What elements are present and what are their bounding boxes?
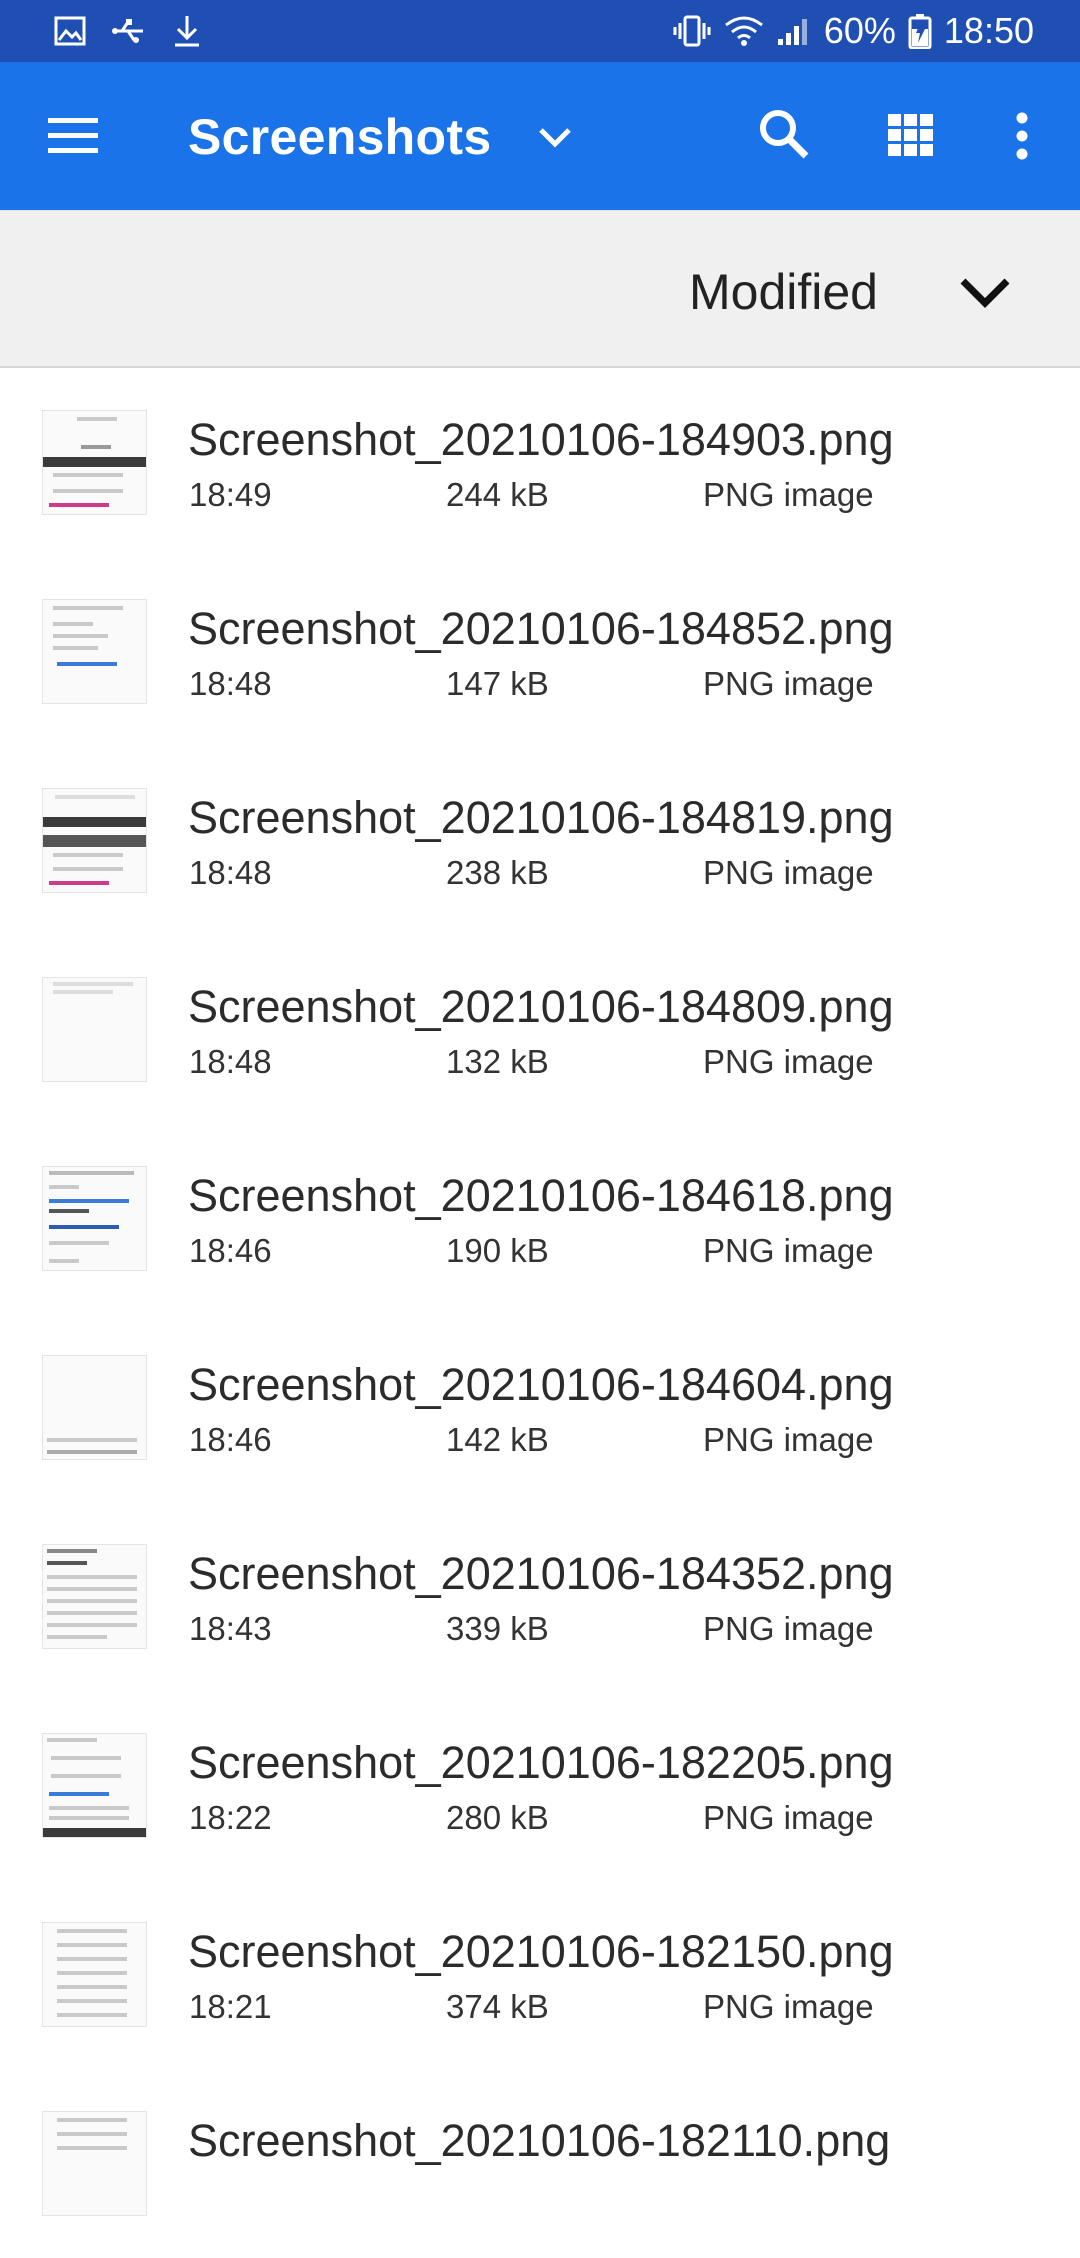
file-name: Screenshot_20210106-184809.png	[188, 981, 894, 1032]
more-vert-icon	[1016, 112, 1028, 160]
file-row[interactable]: Screenshot_20210106-184809.png 18:48 132…	[0, 935, 1080, 1124]
file-name: Screenshot_20210106-184604.png	[188, 1359, 894, 1410]
file-size: 339 kB	[446, 1610, 549, 1647]
file-time: 18:48	[189, 665, 272, 702]
file-size: 132 kB	[446, 1043, 549, 1080]
file-name: Screenshot_20210106-184618.png	[188, 1170, 894, 1221]
file-row[interactable]: Screenshot_20210106-184819.png 18:48 238…	[0, 746, 1080, 935]
file-row[interactable]: Screenshot_20210106-184852.png 18:48 147…	[0, 557, 1080, 746]
status-right-icons: 60% 18:50	[660, 10, 1034, 52]
app-bar: Screenshots	[0, 62, 1080, 210]
file-row[interactable]: Screenshot_20210106-184903.png 18:49 244…	[0, 368, 1080, 557]
file-thumbnail	[42, 977, 147, 1082]
file-thumbnail	[42, 599, 147, 704]
file-type: PNG image	[703, 1610, 874, 1647]
file-type: PNG image	[703, 1988, 874, 2025]
file-time: 18:46	[189, 1232, 272, 1269]
file-row[interactable]: Screenshot_20210106-184352.png 18:43 339…	[0, 1502, 1080, 1691]
file-size: 142 kB	[446, 1421, 549, 1458]
file-list: Screenshot_20210106-184903.png 18:49 244…	[0, 368, 1080, 2258]
vibrate-icon	[672, 14, 712, 48]
file-size: 244 kB	[446, 476, 549, 513]
download-icon	[172, 14, 202, 48]
grid-view-icon	[888, 114, 933, 156]
file-thumbnail	[42, 1544, 147, 1649]
file-name: Screenshot_20210106-182205.png	[188, 1737, 894, 1788]
sort-bar: Modified	[0, 210, 1080, 368]
file-size: 238 kB	[446, 854, 549, 891]
sort-dropdown-button[interactable]	[958, 275, 1012, 311]
app-title: Screenshots	[188, 109, 492, 165]
file-time: 18:48	[189, 1043, 272, 1080]
file-row[interactable]: Screenshot_20210106-184618.png 18:46 190…	[0, 1124, 1080, 1313]
file-row[interactable]: Screenshot_20210106-182205.png 18:22 280…	[0, 1691, 1080, 1880]
battery-icon	[908, 13, 932, 49]
file-type: PNG image	[703, 476, 874, 513]
file-row[interactable]: Screenshot_20210106-184604.png 18:46 142…	[0, 1313, 1080, 1502]
battery-percent: 60%	[823, 10, 896, 51]
file-size: 147 kB	[446, 665, 549, 702]
file-thumbnail	[42, 1733, 147, 1838]
file-name: Screenshot_20210106-184352.png	[188, 1548, 894, 1599]
menu-icon	[48, 118, 98, 153]
image-icon	[54, 16, 86, 46]
file-name: Screenshot_20210106-182110.png	[188, 2115, 891, 2166]
file-thumbnail	[42, 1355, 147, 1460]
clock: 18:50	[943, 10, 1034, 51]
more-options-button[interactable]	[1008, 110, 1036, 162]
file-time: 18:49	[189, 476, 272, 513]
file-time: 18:46	[189, 1421, 272, 1458]
file-thumbnail	[42, 410, 147, 515]
file-type: PNG image	[703, 1232, 874, 1269]
file-time: 18:43	[189, 1610, 272, 1647]
file-type: PNG image	[703, 1043, 874, 1080]
wifi-icon	[724, 15, 764, 47]
folder-selector[interactable]: Screenshots	[188, 102, 573, 172]
chevron-down-icon	[960, 278, 1010, 308]
file-name: Screenshot_20210106-182150.png	[188, 1926, 894, 1977]
file-row[interactable]: Screenshot_20210106-182150.png 18:21 374…	[0, 1880, 1080, 2069]
search-icon	[760, 110, 809, 159]
grid-view-button[interactable]	[888, 114, 934, 156]
chevron-down-icon	[537, 119, 573, 155]
file-type: PNG image	[703, 665, 874, 702]
file-name: Screenshot_20210106-184903.png	[188, 414, 894, 465]
file-row[interactable]: Screenshot_20210106-182110.png	[0, 2069, 1080, 2258]
file-time: 18:21	[189, 1988, 272, 2025]
file-thumbnail	[42, 1922, 147, 2027]
file-size: 280 kB	[446, 1799, 549, 1836]
file-type: PNG image	[703, 1421, 874, 1458]
file-type: PNG image	[703, 854, 874, 891]
signal-icon	[776, 15, 812, 47]
file-time: 18:48	[189, 854, 272, 891]
sort-label[interactable]: Modified	[689, 263, 878, 321]
file-name: Screenshot_20210106-184852.png	[188, 603, 894, 654]
file-size: 374 kB	[446, 1988, 549, 2025]
file-thumbnail	[42, 788, 147, 893]
file-time: 18:22	[189, 1799, 272, 1836]
file-type: PNG image	[703, 1799, 874, 1836]
file-thumbnail	[42, 1166, 147, 1271]
file-thumbnail	[42, 2111, 147, 2216]
status-left-icons	[54, 14, 228, 48]
file-name: Screenshot_20210106-184819.png	[188, 792, 894, 843]
usb-icon	[112, 16, 146, 46]
file-size: 190 kB	[446, 1232, 549, 1269]
menu-button[interactable]	[48, 114, 98, 158]
search-button[interactable]	[758, 108, 810, 160]
status-bar: 60% 18:50	[0, 0, 1080, 62]
